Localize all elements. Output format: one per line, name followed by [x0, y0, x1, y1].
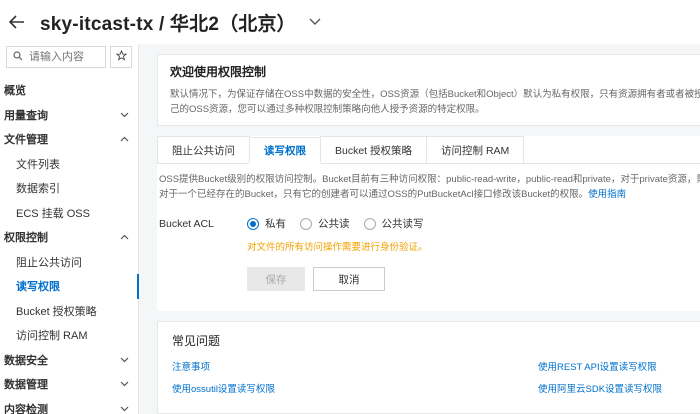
tab-read-write-permission[interactable]: 读写权限 — [249, 137, 321, 164]
radio-private[interactable]: 私有 — [247, 216, 286, 231]
sidebar-item-2[interactable]: 文件管理 — [0, 127, 139, 152]
sidebar-item-5[interactable]: ECS 挂载 OSS — [0, 201, 139, 226]
tab-bucket-policy[interactable]: Bucket 授权策略 — [320, 136, 428, 163]
usage-guide-link[interactable]: 使用指南 — [588, 189, 626, 200]
sidebar-item-6[interactable]: 权限控制 — [0, 225, 139, 250]
welcome-text-line1: 默认情况下，为保证存储在OSS中数据的安全性，OSS资源（包括Bucket和Ob… — [170, 89, 700, 100]
radio-public-read-label: 公共读 — [318, 218, 350, 230]
sidebar-item-11[interactable]: 数据安全 — [0, 348, 139, 373]
radio-private-label: 私有 — [265, 218, 286, 230]
faq-title: 常见问题 — [172, 334, 221, 348]
faq-link-ossutil[interactable]: 使用ossutil设置读写权限 — [172, 381, 538, 395]
chevron-up-icon — [120, 135, 129, 144]
sidebar-item-label: 文件管理 — [4, 134, 48, 147]
sidebar-item-label: 数据管理 — [4, 379, 48, 392]
sidebar-item-10[interactable]: 访问控制 RAM — [0, 323, 139, 348]
sidebar-item-label: 内容检测 — [4, 403, 48, 414]
sidebar-item-label: 概览 — [4, 85, 26, 98]
chevron-down-icon — [120, 355, 129, 364]
region-dropdown-icon[interactable] — [308, 15, 322, 29]
sidebar-item-label: 权限控制 — [4, 232, 48, 245]
sidebar-item-1[interactable]: 用量查询 — [0, 103, 139, 128]
acl-description: OSS提供Bucket级别的权限访问控制。Bucket目前有三种访问权限：pub… — [157, 164, 700, 202]
radio-public-read-write-label: 公共读写 — [381, 218, 424, 230]
top-header: sky-itcast-tx / 华北2（北京） — [0, 0, 700, 44]
star-icon — [115, 49, 127, 64]
cancel-button[interactable]: 取消 — [313, 267, 385, 291]
faq-link-rest-api[interactable]: 使用REST API设置读写权限 — [538, 359, 700, 373]
back-arrow-icon[interactable] — [8, 13, 26, 31]
sidebar-item-8[interactable]: 读写权限 — [0, 274, 139, 299]
radio-public-read-write[interactable]: 公共读写 — [363, 216, 424, 231]
acl-description-line2: 对于一个已经存在的Bucket，只有它的创建者可以通过OSS的PutBucket… — [159, 187, 700, 202]
bucket-title: sky-itcast-tx / 华北2（北京） — [40, 13, 296, 35]
favorite-star-button[interactable] — [110, 46, 132, 68]
tab-block-public-access[interactable]: 阻止公共访问 — [157, 136, 250, 163]
sidebar-nav: 概览用量查询文件管理文件列表数据索引 ECS 挂载 OSS 权限控制阻止公共访问 读写… — [0, 78, 139, 414]
sidebar-item-4[interactable]: 数据索引 — [0, 176, 139, 201]
search-icon — [13, 50, 23, 64]
sidebar-search-row — [0, 44, 138, 70]
main-content: 欢迎使用权限控制 默认情况下，为保证存储在OSS中数据的安全性，OSS资源（包括… — [139, 44, 700, 414]
sidebar-item-label: 文件列表 — [16, 158, 60, 171]
permission-panel: 阻止公共访问 读写权限 Bucket 授权策略 访问控制 RAM OSS提供Bu… — [157, 136, 700, 311]
chevron-up-icon — [120, 233, 129, 242]
sidebar-item-label: 读写权限 — [16, 281, 60, 294]
sidebar-item-3[interactable]: 文件列表 — [0, 152, 139, 177]
sidebar-search[interactable] — [6, 46, 106, 68]
sidebar-item-label: ECS 挂载 OSS — [16, 207, 90, 220]
faq-links: 注意事项 使用REST API设置读写权限 使用ossutil设置读写权限 使用… — [172, 359, 700, 395]
sidebar-item-7[interactable]: 阻止公共访问 — [0, 250, 139, 275]
radio-public-read[interactable]: 公共读 — [300, 216, 350, 231]
sidebar-item-label: 阻止公共访问 — [16, 256, 82, 269]
radio-unchecked-icon — [300, 217, 312, 230]
bucket-acl-label: Bucket ACL — [159, 217, 214, 230]
sidebar-item-0[interactable]: 概览 — [0, 78, 139, 103]
faq-link-notes[interactable]: 注意事项 — [172, 359, 538, 373]
search-input[interactable] — [29, 51, 99, 63]
chevron-down-icon — [120, 380, 129, 389]
faq-card: 常见问题 注意事项 使用REST API设置读写权限 使用ossutil设置读写… — [157, 321, 700, 414]
radio-checked-icon — [247, 217, 259, 230]
welcome-text-line2: 己的OSS资源，您可以通过多种权限控制策略向他人授予资源的特定权限。 — [170, 104, 485, 115]
bucket-acl-row: Bucket ACL 私有 公共读 公共读写 — [157, 216, 700, 231]
chevron-down-icon — [120, 404, 129, 413]
welcome-title: 欢迎使用权限控制 — [170, 65, 267, 79]
acl-description-line2-text: 对于一个已经存在的Bucket，只有它的创建者可以通过OSS的PutBucket… — [159, 189, 589, 200]
sidebar: 概览用量查询文件管理文件列表数据索引 ECS 挂载 OSS 权限控制阻止公共访问读写… — [0, 44, 139, 414]
acl-actions: 保存 取消 — [247, 267, 700, 291]
sidebar-item-label: 用量查询 — [4, 109, 48, 122]
chevron-down-icon — [120, 110, 129, 119]
permission-tabs: 阻止公共访问 读写权限 Bucket 授权策略 访问控制 RAM — [157, 136, 700, 164]
tab-ram-access-control[interactable]: 访问控制 RAM — [426, 136, 525, 163]
sidebar-item-9[interactable]: Bucket 授权策略 — [0, 299, 139, 324]
sidebar-item-label: 数据安全 — [4, 354, 48, 367]
welcome-card: 欢迎使用权限控制 默认情况下，为保证存储在OSS中数据的安全性，OSS资源（包括… — [157, 54, 700, 126]
faq-link-sdk[interactable]: 使用阿里云SDK设置读写权限 — [538, 381, 700, 395]
acl-description-line1: OSS提供Bucket级别的权限访问控制。Bucket目前有三种访问权限：pub… — [159, 174, 700, 185]
sidebar-item-label: 访问控制 RAM — [16, 330, 88, 343]
radio-unchecked-icon — [363, 217, 376, 230]
sidebar-item-label: Bucket 授权策略 — [16, 305, 97, 318]
sidebar-item-12[interactable]: 数据管理 — [0, 372, 139, 397]
sidebar-item-13[interactable]: 内容检测 — [0, 397, 139, 414]
acl-warning-text: 对文件的所有访问操作需要进行身份验证。 — [247, 242, 428, 253]
sidebar-item-label: 数据索引 — [16, 183, 60, 196]
save-button[interactable]: 保存 — [247, 267, 305, 291]
